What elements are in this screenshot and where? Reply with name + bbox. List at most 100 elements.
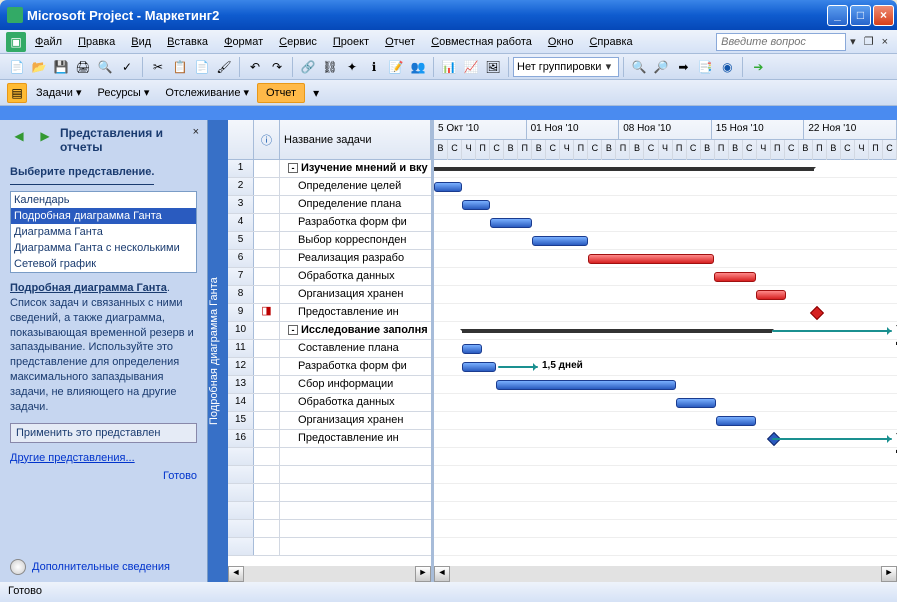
- table-row[interactable]: 16Предоставление ин: [228, 430, 431, 448]
- close-button[interactable]: ×: [873, 5, 894, 26]
- table-row[interactable]: 15Организация хранен: [228, 412, 431, 430]
- restore-child-button[interactable]: ❐: [860, 35, 878, 48]
- table-row[interactable]: 11Составление плана: [228, 340, 431, 358]
- group-by-combo[interactable]: Нет группировки▾: [513, 57, 619, 77]
- save-icon[interactable]: 💾: [51, 57, 71, 77]
- task-bar[interactable]: [716, 416, 756, 426]
- view-item[interactable]: Диаграмма Ганта с несколькими: [11, 240, 196, 256]
- menu-Совместная работа[interactable]: Совместная работа: [423, 33, 540, 51]
- help-icon[interactable]: ◉: [717, 57, 737, 77]
- show-arrow-icon[interactable]: ➔: [748, 57, 768, 77]
- menu-Отчет[interactable]: Отчет: [377, 33, 423, 51]
- more-info-link[interactable]: Дополнительные сведения: [32, 558, 170, 576]
- format-painter-icon[interactable]: 🖌: [214, 57, 234, 77]
- pane-close-icon[interactable]: ×: [193, 126, 199, 138]
- gantt-chart[interactable]: 5 Окт '1001 Ноя '1008 Ноя '1015 Ноя '102…: [434, 120, 897, 582]
- menu-Вставка[interactable]: Вставка: [159, 33, 216, 51]
- menu-Окно[interactable]: Окно: [540, 33, 582, 51]
- collapse-icon[interactable]: -: [288, 325, 298, 335]
- other-views-link[interactable]: Другие представления...: [10, 449, 197, 467]
- paste-icon[interactable]: 📄: [192, 57, 212, 77]
- menu-Файл[interactable]: Файл: [27, 33, 70, 51]
- reports-icon[interactable]: 📈: [461, 57, 481, 77]
- table-row[interactable]: 1-Изучение мнений и вку: [228, 160, 431, 178]
- task-bar[interactable]: [756, 290, 786, 300]
- ms-icon[interactable]: ▣: [6, 32, 26, 52]
- split-icon[interactable]: ✦: [342, 57, 362, 77]
- back-icon[interactable]: ◀: [9, 126, 29, 146]
- view-item[interactable]: Календарь: [11, 192, 196, 208]
- task-bar[interactable]: [532, 236, 588, 246]
- table-row[interactable]: [228, 448, 431, 466]
- col-task-name[interactable]: Название задачи: [280, 120, 431, 159]
- collapse-icon[interactable]: -: [288, 163, 298, 173]
- task-bar[interactable]: [434, 182, 462, 192]
- table-row[interactable]: 12Разработка форм фи: [228, 358, 431, 376]
- zoom-in-icon[interactable]: 🔎: [651, 57, 671, 77]
- menu-Сервис[interactable]: Сервис: [271, 33, 325, 51]
- view-item[interactable]: Подробная диаграмма Ганта: [11, 208, 196, 224]
- task-bar[interactable]: [588, 254, 714, 264]
- table-row[interactable]: 10-Исследование заполня: [228, 322, 431, 340]
- menu-Формат[interactable]: Формат: [216, 33, 271, 51]
- tab-resources[interactable]: Ресурсы▾: [89, 83, 157, 102]
- view-list[interactable]: КалендарьПодробная диаграмма ГантаДиагра…: [10, 191, 197, 273]
- task-bar[interactable]: [462, 200, 490, 210]
- copy-pic-icon[interactable]: 🖼: [483, 57, 503, 77]
- copy-icon[interactable]: 📋: [170, 57, 190, 77]
- guide-icon[interactable]: ▤: [7, 83, 27, 103]
- notes-icon[interactable]: 📝: [386, 57, 406, 77]
- info-icon[interactable]: ℹ: [364, 57, 384, 77]
- fwd-icon[interactable]: ▶: [35, 126, 55, 146]
- help-dropdown-icon[interactable]: ▾: [846, 35, 860, 48]
- print-icon[interactable]: 🖨: [73, 57, 93, 77]
- table-row[interactable]: 9◨Предоставление ин: [228, 304, 431, 322]
- spell-icon[interactable]: ✓: [117, 57, 137, 77]
- table-row[interactable]: 3Определение плана: [228, 196, 431, 214]
- table-row[interactable]: [228, 484, 431, 502]
- table-row[interactable]: 14Обработка данных: [228, 394, 431, 412]
- view-item[interactable]: Сетевой график: [11, 256, 196, 272]
- new-icon[interactable]: 📄: [7, 57, 27, 77]
- wizard-icon[interactable]: 📑: [695, 57, 715, 77]
- table-row[interactable]: 7Обработка данных: [228, 268, 431, 286]
- table-row[interactable]: 8Организация хранен: [228, 286, 431, 304]
- task-bar[interactable]: [676, 398, 716, 408]
- table-row[interactable]: 6Реализация разрабо: [228, 250, 431, 268]
- table-row[interactable]: [228, 520, 431, 538]
- task-bar[interactable]: [462, 344, 482, 354]
- done-link[interactable]: Готово: [10, 467, 197, 485]
- task-bar[interactable]: [462, 362, 496, 372]
- table-row[interactable]: 5Выбор корреспонден: [228, 232, 431, 250]
- task-grid[interactable]: ⓘ Название задачи 1-Изучение мнений и вк…: [228, 120, 434, 582]
- goto-icon[interactable]: ➡: [673, 57, 693, 77]
- gantt-hscroll[interactable]: ◄►: [434, 566, 897, 582]
- unlink-icon[interactable]: ⛓: [320, 57, 340, 77]
- publish-icon[interactable]: 📊: [439, 57, 459, 77]
- table-row[interactable]: 2Определение целей: [228, 178, 431, 196]
- view-item[interactable]: Диаграмма Ганта: [11, 224, 196, 240]
- table-row[interactable]: [228, 502, 431, 520]
- task-bar[interactable]: [714, 272, 756, 282]
- apply-view-button[interactable]: Применить это представлен: [10, 423, 197, 443]
- tab-tasks[interactable]: Задачи▾: [28, 83, 89, 102]
- minimize-button[interactable]: _: [827, 5, 848, 26]
- menu-Проект[interactable]: Проект: [325, 33, 377, 51]
- tab-tracking[interactable]: Отслеживание▾: [157, 83, 257, 102]
- menu-Справка[interactable]: Справка: [581, 33, 640, 51]
- zoom-out-icon[interactable]: 🔍: [629, 57, 649, 77]
- help-search-input[interactable]: [716, 33, 846, 51]
- assign-icon[interactable]: 👥: [408, 57, 428, 77]
- redo-icon[interactable]: ↷: [267, 57, 287, 77]
- grid-hscroll[interactable]: ◄►: [228, 566, 431, 582]
- table-row[interactable]: 4Разработка форм фи: [228, 214, 431, 232]
- undo-icon[interactable]: ↶: [245, 57, 265, 77]
- tab-more-icon[interactable]: ▾: [306, 83, 326, 103]
- menu-Вид[interactable]: Вид: [123, 33, 159, 51]
- task-bar[interactable]: [490, 218, 532, 228]
- task-bar[interactable]: [496, 380, 676, 390]
- table-row[interactable]: [228, 538, 431, 556]
- link-icon[interactable]: 🔗: [298, 57, 318, 77]
- maximize-button[interactable]: □: [850, 5, 871, 26]
- preview-icon[interactable]: 🔍: [95, 57, 115, 77]
